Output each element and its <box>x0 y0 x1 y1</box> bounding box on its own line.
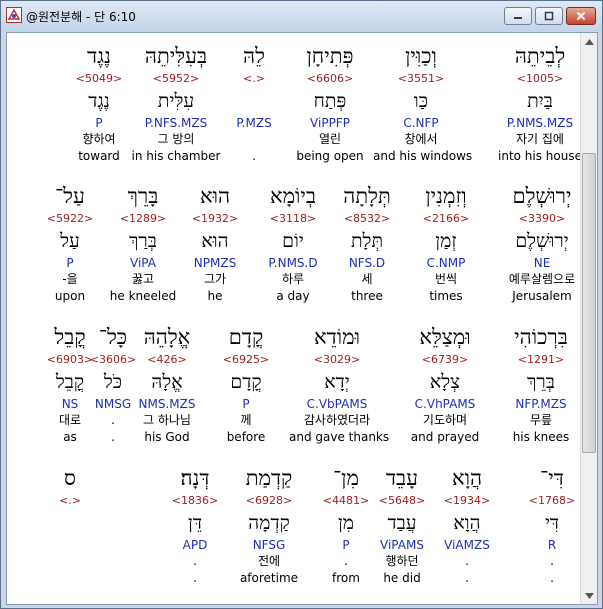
morphology-code: C.VbPAMS <box>306 397 368 411</box>
korean-gloss: 창에서 <box>404 132 438 146</box>
lemma-word: צְלָא <box>429 371 461 393</box>
scroll-down-button[interactable] <box>581 587 597 604</box>
lemma-word: דֵּן <box>188 512 202 534</box>
hebrew-word[interactable]: וּמְצַלֵּא <box>397 322 493 352</box>
strong-number[interactable]: <5922> <box>22 211 118 227</box>
english-gloss: Jerusalem <box>512 289 572 303</box>
morphology-code: C.NFP <box>403 116 439 130</box>
lemma-word: עַל <box>60 230 80 252</box>
scroll-up-button[interactable] <box>581 33 597 50</box>
lemma-word: בְּרֵךְ <box>527 371 555 393</box>
strong-number[interactable]: <3551> <box>373 71 469 87</box>
hebrew-word[interactable]: וּמוֹדֵא <box>289 322 385 352</box>
close-button[interactable] <box>566 7 596 25</box>
hebrew-word[interactable]: וְכַוִּין <box>373 41 469 71</box>
morphology-code: P.NMS.MZS <box>506 116 574 130</box>
interlinear-panel[interactable]: לְבֵיתֵהּ <1005> בַּיִת P.NMS.MZS 자기 집에 into … <box>6 32 598 605</box>
word-block[interactable]: וּמְצַלֵּא <6739> צְלָא C.VhPAMS 기도하며 and pra… <box>397 322 493 446</box>
korean-gloss: 자기 집에 <box>516 132 564 146</box>
word-block[interactable]: יְרוּשְׁלֶם <3390> יְרוּשְׁלֶם NE 예루살렘으로 Jeru… <box>494 181 590 305</box>
lemma-word: בַּיִת <box>527 90 553 112</box>
strong-number[interactable]: <6903> <box>22 352 118 368</box>
english-gloss: and his windows <box>373 149 473 163</box>
close-icon <box>576 11 586 21</box>
english-gloss: as <box>63 430 77 444</box>
strong-number[interactable]: <1291> <box>493 352 589 368</box>
korean-gloss: 무릎 <box>529 413 553 427</box>
hebrew-word[interactable]: נֶגֶד <box>51 41 147 71</box>
maximize-icon <box>544 11 554 21</box>
word-block[interactable]: בִּרְכוֹהִי <1291> בְּרֵךְ NFP.MZS 무릎 his kne… <box>493 322 589 446</box>
verse-area: לְבֵיתֵהּ <1005> בַּיִת P.NMS.MZS 자기 집에 into … <box>7 33 582 604</box>
english-gloss: . <box>193 571 197 585</box>
app-logo-icon <box>6 7 22 23</box>
arrow-down-icon <box>584 592 594 599</box>
korean-gloss: . <box>193 554 197 568</box>
window-title: @원전분해 - 단 6:10 <box>26 10 136 24</box>
korean-gloss <box>22 553 118 570</box>
korean-gloss: 예루살렘으로 <box>508 272 576 286</box>
morphology-code: C.VhPAMS <box>414 397 476 411</box>
maximize-button[interactable] <box>535 7 563 25</box>
morphology-code: P <box>66 256 74 270</box>
morphology-code: NFP.MZS <box>515 397 567 411</box>
morphology-code: NS <box>61 397 79 411</box>
korean-gloss: -을 <box>62 272 78 286</box>
english-gloss <box>22 570 118 587</box>
korean-gloss: 감사하였더라 <box>303 413 371 427</box>
arrow-up-icon <box>584 38 594 45</box>
english-gloss: and gave thanks <box>289 430 390 444</box>
strong-number[interactable]: <.> <box>22 493 118 509</box>
english-gloss: and prayed <box>410 430 480 444</box>
strong-number[interactable]: <6739> <box>397 352 493 368</box>
hebrew-word[interactable]: בִּרְכוֹהִי <box>493 322 589 352</box>
lemma-word <box>22 509 118 537</box>
word-block[interactable]: עַל־ <5922> עַל P -을 upon <box>22 181 118 305</box>
verse-row: לְבֵיתֵהּ <1005> בַּיִת P.NMS.MZS 자기 집에 into … <box>7 41 582 181</box>
verse-row: יְרוּשְׁלֶם <3390> יְרוּשְׁלֶם NE 예루살렘으로 Jeru… <box>7 181 581 321</box>
lemma-word: קֳבֵל <box>55 371 85 393</box>
word-block[interactable]: נֶגֶד <5049> נֶגֶד P 향하여 toward <box>51 41 147 165</box>
english-gloss: upon <box>54 289 86 303</box>
strong-number[interactable]: <5049> <box>51 71 147 87</box>
korean-gloss: 기도하며 <box>422 413 468 427</box>
hebrew-word[interactable]: ס <box>22 463 118 493</box>
hebrew-word[interactable]: עַל־ <box>22 181 118 211</box>
word-block[interactable]: וּמוֹדֵא <3029> יְדָא C.VbPAMS 감사하였더라 and gav… <box>289 322 390 446</box>
hebrew-word[interactable]: דְּנָה׃ <box>147 463 243 493</box>
lemma-word: כַּו <box>413 90 429 112</box>
korean-gloss: 향하여 <box>82 132 116 146</box>
word-block[interactable]: וְכַוִּין <3551> כַּו C.NFP 창에서 and his windo… <box>373 41 473 165</box>
morphology-code: P <box>95 116 103 130</box>
morphology-code <box>22 537 118 553</box>
app-window: @원전분해 - 단 6:10 לְבֵיתֵהּ <1005> בַּיִת P.NM… <box>0 0 603 609</box>
morphology-code: NE <box>533 256 551 270</box>
word-block[interactable]: קֳבֵל <6903> קֳבֵל NS 대로 as <box>22 322 118 446</box>
title-bar[interactable]: @원전분해 - 단 6:10 <box>1 1 602 31</box>
lemma-word: נֶגֶד <box>88 90 110 112</box>
morphology-code: APD <box>182 538 208 552</box>
minimize-icon <box>514 17 522 19</box>
word-block[interactable]: דְּנָה׃ <1836> דֵּן APD.. <box>147 463 243 587</box>
korean-gloss: 대로 <box>58 413 82 427</box>
word-block[interactable]: לְבֵיתֵהּ <1005> בַּיִת P.NMS.MZS 자기 집에 into … <box>492 41 588 165</box>
strong-number[interactable]: <3390> <box>494 211 590 227</box>
lemma-word: יְרוּשְׁלֶם <box>515 230 569 252</box>
verse-row: דִּי־ <1768> דִּי R.. הֲוָא <1934> הֲוָא ViAMZS… <box>7 463 581 603</box>
verse-row: בִּרְכוֹהִי <1291> בְּרֵךְ NFP.MZS 무릎 his kne… <box>7 322 581 462</box>
hebrew-word[interactable]: לְבֵיתֵהּ <box>492 41 588 71</box>
hebrew-word[interactable]: קֳבֵל <box>22 322 118 352</box>
english-gloss: toward <box>78 149 120 163</box>
scrollbar-thumb[interactable] <box>582 153 596 453</box>
english-gloss: his knees <box>512 430 570 444</box>
hebrew-word[interactable]: יְרוּשְׁלֶם <box>494 181 590 211</box>
strong-number[interactable]: <3029> <box>289 352 385 368</box>
english-gloss: into his house <box>498 149 582 163</box>
vertical-scrollbar[interactable] <box>580 33 597 604</box>
lemma-word: יְדָא <box>324 371 350 393</box>
word-block[interactable]: ס <.> <box>22 463 118 587</box>
minimize-button[interactable] <box>504 7 532 25</box>
strong-number[interactable]: <1005> <box>492 71 588 87</box>
strong-number[interactable]: <1836> <box>147 493 243 509</box>
